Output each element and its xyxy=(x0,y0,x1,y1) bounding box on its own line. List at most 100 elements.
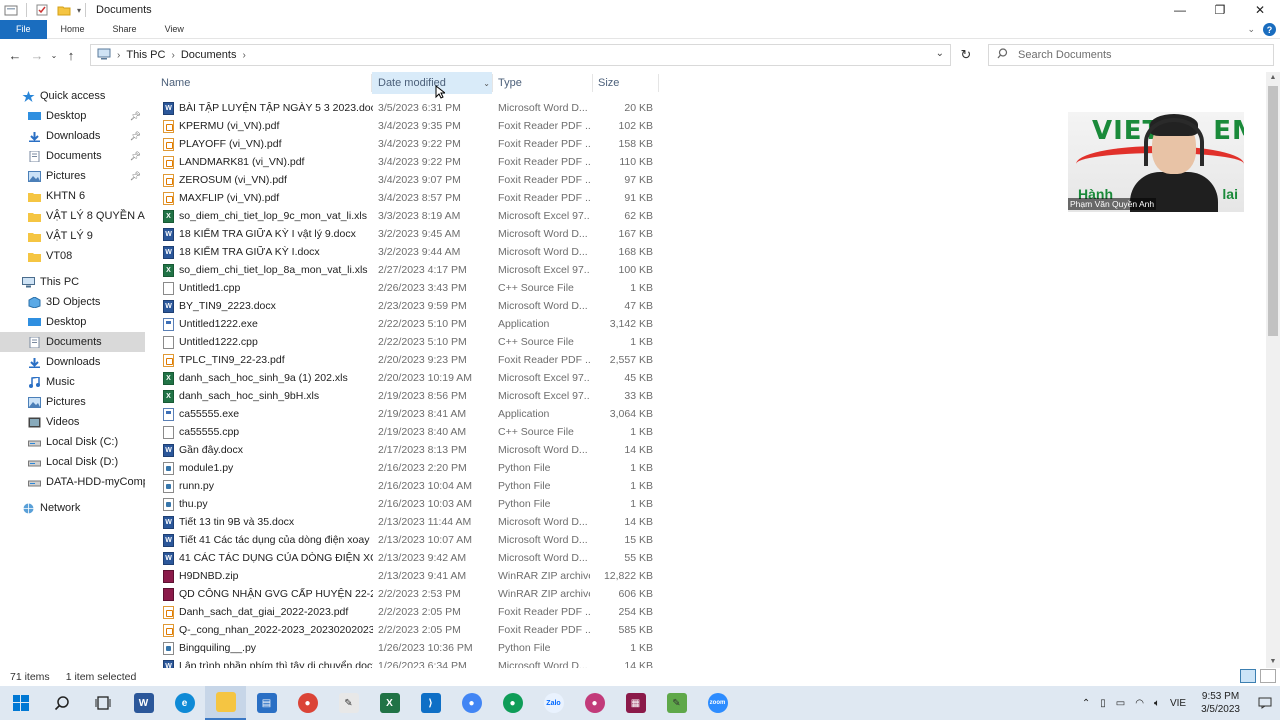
volume-icon[interactable]: 🔈︎ xyxy=(1154,698,1160,709)
taskbar-zalo-button[interactable]: Zalo xyxy=(533,686,574,720)
taskbar-chrome-profile-b-button[interactable]: ● xyxy=(492,686,533,720)
file-row[interactable]: TPLC_TIN9_22-23.pdf 2/20/2023 9:23 PM Foxi… xyxy=(155,351,660,369)
sidebar-item-quick-2[interactable]: Documents 📌︎ xyxy=(0,146,145,166)
properties-icon[interactable] xyxy=(35,4,49,16)
battery-icon[interactable]: ▭ xyxy=(1116,698,1125,709)
sidebar-item-quick-5[interactable]: VẬT LÝ 8 QUYỀN ANH xyxy=(0,206,145,226)
file-row[interactable]: MAXFLIP (vi_VN).pdf 3/4/2023 8:57 PM Foxit… xyxy=(155,189,660,207)
tab-file[interactable]: File xyxy=(0,19,47,39)
file-row[interactable]: Xso_diem_chi_tiet_lop_9c_mon_vat_li.xls 3… xyxy=(155,207,660,225)
sidebar-item-network[interactable]: Network xyxy=(0,498,145,518)
file-row[interactable]: W Gần đây.docx 2/17/2023 8:13 PM Microsoft … xyxy=(155,441,660,459)
sidebar-item-quick-6[interactable]: VẬT LÝ 9 xyxy=(0,226,145,246)
taskbar-notepadpp-button[interactable]: ✎ xyxy=(656,686,697,720)
taskbar-winrar-button[interactable]: ▦ xyxy=(615,686,656,720)
sidebar-item-quick-4[interactable]: KHTN 6 xyxy=(0,186,145,206)
file-row[interactable]: W BÀI TẬP LUYỆN TẬP NGÀY 5 3 2023.docx 3/5… xyxy=(155,99,660,117)
breadcrumb-documents[interactable]: Documents xyxy=(181,49,237,61)
folder-app-icon[interactable] xyxy=(4,4,18,16)
back-button[interactable]: ← xyxy=(4,44,26,66)
column-header-size[interactable]: Size xyxy=(592,72,658,94)
column-filter-chevron-icon[interactable]: ⌄ xyxy=(483,79,490,88)
file-row[interactable]: thu.py 2/16/2023 10:03 AM Python File 1 KB xyxy=(155,495,660,513)
tab-home[interactable]: Home xyxy=(47,20,99,39)
file-row[interactable]: PLAYOFF (vi_VN).pdf 3/4/2023 9:22 PM Foxit… xyxy=(155,135,660,153)
taskbar-excel-button[interactable]: X xyxy=(369,686,410,720)
sidebar-item-pc-5[interactable]: Pictures xyxy=(0,392,145,412)
file-row[interactable]: Untitled1.cpp 2/26/2023 3:43 PM C++ Source… xyxy=(155,279,660,297)
refresh-icon[interactable]: ↻ xyxy=(955,44,977,66)
taskbar-start-button[interactable] xyxy=(0,686,41,720)
file-row[interactable]: W BY_TIN9_2223.docx 2/23/2023 9:59 PM Micro… xyxy=(155,297,660,315)
file-row[interactable]: ZEROSUM (vi_VN).pdf 3/4/2023 9:07 PM Foxit… xyxy=(155,171,660,189)
column-header-name[interactable]: Name xyxy=(155,72,371,94)
recent-locations-chevron-icon[interactable]: ⌄ xyxy=(48,44,60,66)
file-row[interactable]: W 18 KIỂM TRA GIỮA KỲ I.docx 3/2/2023 9:44… xyxy=(155,243,660,261)
sidebar-item-pc-8[interactable]: Local Disk (D:) xyxy=(0,452,145,472)
file-row[interactable]: Xdanh_sach_hoc_sinh_9bH.xls 2/19/2023 8:5… xyxy=(155,387,660,405)
file-row[interactable]: KPERMU (vi_VN).pdf 3/4/2023 9:35 PM Foxit … xyxy=(155,117,660,135)
sidebar-item-quick-7[interactable]: VT08 xyxy=(0,246,145,266)
taskbar-store-button[interactable]: ▤ xyxy=(246,686,287,720)
file-row[interactable]: ca55555.exe 2/19/2023 8:41 AM Application 3… xyxy=(155,405,660,423)
file-row[interactable]: Danh_sach_dat_giai_2022-2023.pdf 2/2/2023… xyxy=(155,603,660,621)
sidebar-item-pc-4[interactable]: Music xyxy=(0,372,145,392)
expand-ribbon-chevron-icon[interactable]: ⌄ xyxy=(1247,24,1255,35)
close-button[interactable]: ✕ xyxy=(1240,0,1280,20)
address-dropdown-chevron-icon[interactable]: ⌄ xyxy=(936,48,944,59)
taskbar-paint-button[interactable]: ✎ xyxy=(328,686,369,720)
sidebar-item-pc-3[interactable]: Downloads xyxy=(0,352,145,372)
usb-icon[interactable]: ▯ xyxy=(1100,698,1106,709)
file-row[interactable]: LANDMARK81 (vi_VN).pdf 3/4/2023 9:22 PM Fo… xyxy=(155,153,660,171)
sidebar-item-pc-9[interactable]: DATA-HDD-myCompu xyxy=(0,472,145,492)
sidebar-item-pc-7[interactable]: Local Disk (C:) xyxy=(0,432,145,452)
file-row[interactable]: Untitled1222.exe 2/22/2023 5:10 PM Applica… xyxy=(155,315,660,333)
sidebar-item-quick-1[interactable]: Downloads 📌︎ xyxy=(0,126,145,146)
taskbar-chrome-profile-c-button[interactable]: ● xyxy=(574,686,615,720)
taskbar-edge-button[interactable]: e xyxy=(164,686,205,720)
new-folder-icon[interactable] xyxy=(57,4,71,16)
sidebar-item-quick-0[interactable]: Desktop 📌︎ xyxy=(0,106,145,126)
up-button[interactable]: ↑ xyxy=(60,44,82,66)
taskbar-task-view-button[interactable] xyxy=(82,686,123,720)
tab-view[interactable]: View xyxy=(151,20,198,39)
column-header-date-modified[interactable]: ⌃ Date modified ⌄ xyxy=(372,72,492,94)
scrollbar-thumb[interactable] xyxy=(1268,86,1278,336)
file-row[interactable]: Xso_diem_chi_tiet_lop_8a_mon_vat_li.xls 2… xyxy=(155,261,660,279)
search-input[interactable] xyxy=(1018,49,1258,61)
taskbar-word-button[interactable]: W xyxy=(123,686,164,720)
large-icons-view-button[interactable] xyxy=(1260,669,1276,683)
sidebar-item-pc-1[interactable]: Desktop xyxy=(0,312,145,332)
help-icon[interactable]: ? xyxy=(1263,23,1276,36)
show-hidden-icons-chevron-icon[interactable]: ⌃ xyxy=(1082,698,1090,709)
scroll-down-icon[interactable]: ▼ xyxy=(1266,656,1280,668)
file-row[interactable]: QD CÔNG NHẬN GVG CẤP HUYỆN 22-23.... 2/2/… xyxy=(155,585,660,603)
breadcrumb-this-pc[interactable]: This PC xyxy=(126,49,165,61)
file-row[interactable]: H9DNBD.zip 2/13/2023 9:41 AM WinRAR ZIP ar… xyxy=(155,567,660,585)
notification-icon[interactable] xyxy=(1250,686,1280,720)
file-row[interactable]: W 41 CÁC TÁC DỤNG CỦA DÒNG ĐIỆN XO... 2/13… xyxy=(155,549,660,567)
minimize-button[interactable]: — xyxy=(1160,0,1200,20)
file-row[interactable]: Xdanh_sach_hoc_sinh_9a (1) 202.xls 2/20/2… xyxy=(155,369,660,387)
details-view-button[interactable] xyxy=(1240,669,1256,683)
wifi-icon[interactable]: ◠ xyxy=(1135,698,1144,709)
taskbar-chrome-profile-a-button[interactable]: ● xyxy=(451,686,492,720)
file-row[interactable]: Bingquiling__.py 1/26/2023 10:36 PM Python… xyxy=(155,639,660,657)
file-row[interactable]: runn.py 2/16/2023 10:04 AM Python File 1 KB xyxy=(155,477,660,495)
taskbar-chrome-button[interactable]: ● xyxy=(287,686,328,720)
taskbar-file-explorer-button[interactable] xyxy=(205,686,246,720)
file-row[interactable]: Q-_cong_nhan_2022-2023_202302020230.... 2… xyxy=(155,621,660,639)
sidebar-item-quick-3[interactable]: Pictures 📌︎ xyxy=(0,166,145,186)
file-row[interactable]: Untitled1222.cpp 2/22/2023 5:10 PM C++ Sou… xyxy=(155,333,660,351)
file-row[interactable]: W Tiết 41 Các tác dụng của dòng điện xoay… xyxy=(155,531,660,549)
sidebar-item-pc-6[interactable]: Videos xyxy=(0,412,145,432)
language-indicator[interactable]: VIE xyxy=(1170,698,1186,709)
forward-button[interactable]: → xyxy=(26,44,48,66)
column-header-type[interactable]: Type xyxy=(492,72,592,94)
search-box[interactable] xyxy=(988,44,1274,66)
taskbar-search-button[interactable] xyxy=(41,686,82,720)
tab-share[interactable]: Share xyxy=(99,20,151,39)
clock[interactable]: 9:53 PM 3/5/2023 xyxy=(1201,690,1240,716)
taskbar-vscode-button[interactable]: ⟩ xyxy=(410,686,451,720)
quick-access[interactable]: Quick access xyxy=(0,86,145,106)
